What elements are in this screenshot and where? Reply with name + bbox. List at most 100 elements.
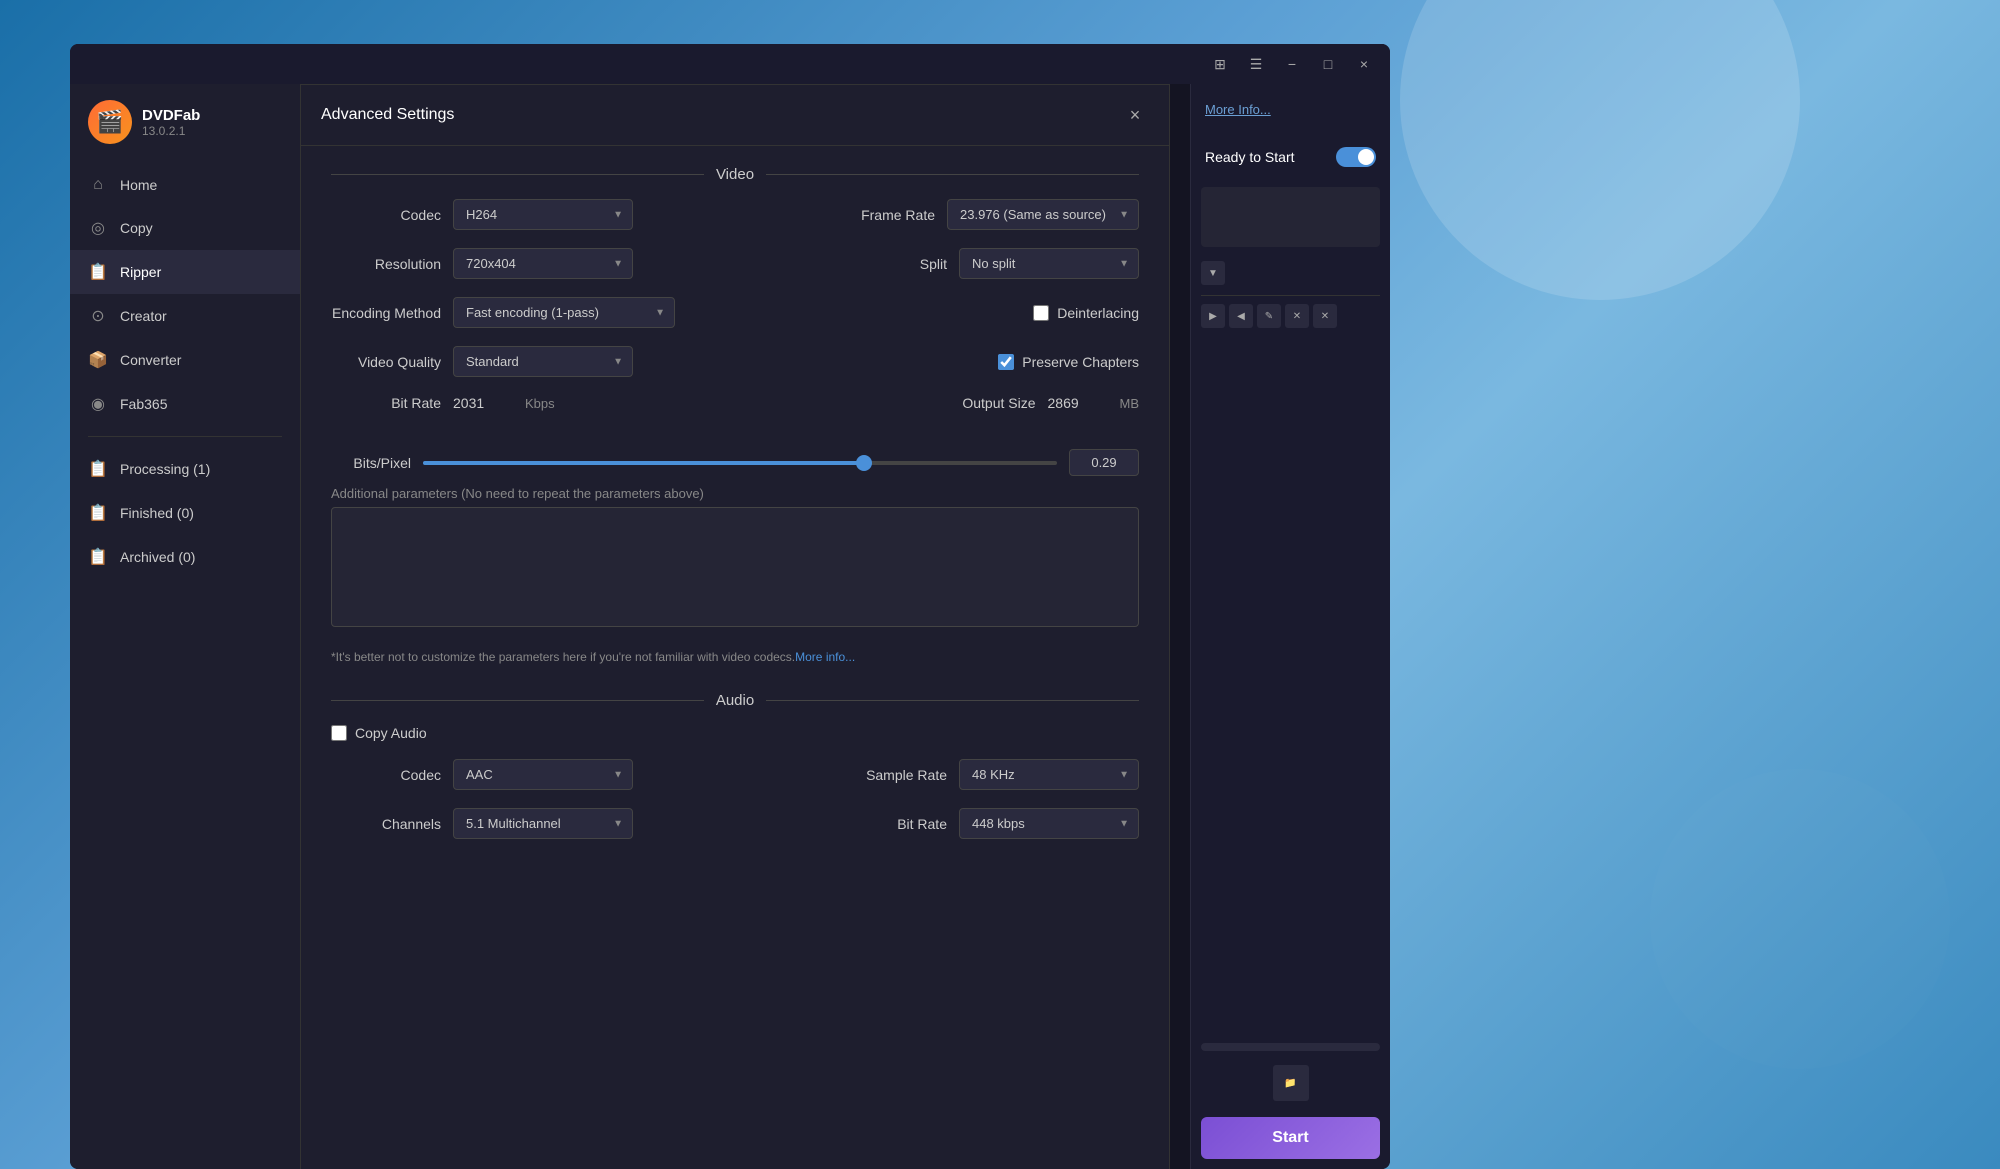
output-size-group: Output Size 2869 MB bbox=[745, 395, 1139, 411]
close-button[interactable]: × bbox=[1350, 50, 1378, 78]
edit-btn[interactable]: ✎ bbox=[1257, 304, 1281, 328]
split-label: Split bbox=[857, 256, 947, 272]
sidebar-label-processing: Processing (1) bbox=[120, 461, 210, 477]
logo-text-group: DVDFab 13.0.2.1 bbox=[142, 107, 200, 138]
menu-button[interactable]: ☰ bbox=[1242, 50, 1270, 78]
resolution-label: Resolution bbox=[331, 256, 441, 272]
encoding-select-wrapper: Fast encoding (1-pass) High quality enco… bbox=[453, 297, 675, 328]
audio-section-header: Audio bbox=[301, 672, 1169, 725]
output-size-value: 2869 bbox=[1048, 395, 1108, 411]
preserve-checkbox-group: Preserve Chapters bbox=[998, 354, 1139, 370]
converter-icon: 📦 bbox=[88, 350, 108, 370]
split-group: Split No split By size By time bbox=[745, 248, 1139, 279]
bitrate-label: Bit Rate bbox=[331, 395, 441, 411]
sidebar-item-ripper[interactable]: 📋 Ripper bbox=[70, 250, 300, 294]
output-size-label: Output Size bbox=[946, 395, 1036, 411]
bitrate-value: 2031 bbox=[453, 395, 513, 411]
codec-select[interactable]: H264 H265 MPEG4 bbox=[453, 199, 633, 230]
sidebar-item-archived[interactable]: 📋 Archived (0) bbox=[70, 535, 300, 579]
copy-audio-label: Copy Audio bbox=[355, 725, 427, 741]
app-window: ⊞ ☰ − □ × 🎬 DVDFab 13.0.2.1 ⌂ Hom bbox=[70, 44, 1390, 1169]
sidebar-label-home: Home bbox=[120, 177, 157, 193]
home-icon: ⌂ bbox=[88, 176, 108, 194]
title-bar: ⊞ ☰ − □ × bbox=[70, 44, 1390, 84]
deinterlacing-checkbox[interactable] bbox=[1033, 305, 1049, 321]
sidebar-logo: 🎬 DVDFab 13.0.2.1 bbox=[70, 100, 300, 164]
modal-title: Advanced Settings bbox=[321, 106, 454, 124]
deinterlacing-group: Deinterlacing bbox=[745, 305, 1139, 321]
sidebar-item-copy[interactable]: ◎ Copy bbox=[70, 206, 300, 250]
minimize-button[interactable]: − bbox=[1278, 50, 1306, 78]
framerate-select-wrapper: 23.976 (Same as source) 24 25 29.97 30 bbox=[947, 199, 1139, 230]
sidebar-item-processing[interactable]: 📋 Processing (1) bbox=[70, 447, 300, 491]
ripper-icon: 📋 bbox=[88, 262, 108, 282]
audio-codec-select[interactable]: AAC MP3 AC3 DTS bbox=[453, 759, 633, 790]
prev-btn[interactable]: ◀ bbox=[1229, 304, 1253, 328]
params-textarea[interactable] bbox=[331, 507, 1139, 627]
encoding-select[interactable]: Fast encoding (1-pass) High quality enco… bbox=[453, 297, 675, 328]
sidebar-item-converter[interactable]: 📦 Converter bbox=[70, 338, 300, 382]
sidebar-item-finished[interactable]: 📋 Finished (0) bbox=[70, 491, 300, 535]
folder-button[interactable]: 📁 bbox=[1273, 1065, 1309, 1101]
split-select[interactable]: No split By size By time bbox=[959, 248, 1139, 279]
resolution-select[interactable]: 720x404 1280x720 1920x1080 bbox=[453, 248, 633, 279]
mark-btn[interactable]: ✕ bbox=[1285, 304, 1309, 328]
audio-bitrate-select[interactable]: 448 kbps 320 kbps 256 kbps 192 kbps 128 … bbox=[959, 808, 1139, 839]
resolution-split-row: Resolution 720x404 1280x720 1920x1080 bbox=[331, 248, 1139, 279]
ready-label: Ready to Start bbox=[1205, 149, 1295, 165]
modal-close-button[interactable]: × bbox=[1121, 101, 1149, 129]
sidebar-nav: ⌂ Home ◎ Copy 📋 Ripper ⊙ Creator 📦 C bbox=[70, 164, 300, 1153]
apps-button[interactable]: ⊞ bbox=[1206, 50, 1234, 78]
bits-pixel-label: Bits/Pixel bbox=[331, 455, 411, 471]
sidebar-item-creator[interactable]: ⊙ Creator bbox=[70, 294, 300, 338]
ready-to-start: Ready to Start bbox=[1201, 135, 1380, 179]
quality-preserve-row: Video Quality Standard High Low Custom bbox=[331, 346, 1139, 377]
sample-rate-group: Sample Rate 48 KHz 44.1 KHz 32 KHz bbox=[745, 759, 1139, 790]
bits-pixel-slider[interactable] bbox=[423, 461, 1057, 465]
sidebar-label-finished: Finished (0) bbox=[120, 505, 194, 521]
sidebar-label-fab365: Fab365 bbox=[120, 396, 167, 412]
processing-icon: 📋 bbox=[88, 459, 108, 479]
split-select-wrapper: No split By size By time bbox=[959, 248, 1139, 279]
play-btn[interactable]: ▶ bbox=[1201, 304, 1225, 328]
slider-container bbox=[423, 461, 1057, 465]
copy-audio-row: Copy Audio bbox=[331, 725, 1139, 741]
folder-btn-row: 📁 bbox=[1201, 1059, 1380, 1107]
title-bar-controls: ⊞ ☰ − □ × bbox=[1206, 50, 1378, 78]
sidebar-item-fab365[interactable]: ◉ Fab365 bbox=[70, 382, 300, 426]
framerate-label: Frame Rate bbox=[845, 207, 935, 223]
app-name: DVDFab bbox=[142, 107, 200, 124]
finished-icon: 📋 bbox=[88, 503, 108, 523]
start-button[interactable]: Start bbox=[1201, 1117, 1380, 1159]
params-label: Additional parameters (No need to repeat… bbox=[331, 486, 1139, 501]
dropdown-btn[interactable]: ▼ bbox=[1201, 261, 1225, 285]
scrollbar[interactable] bbox=[1201, 1043, 1380, 1051]
ready-toggle[interactable] bbox=[1336, 147, 1376, 167]
audio-line-left bbox=[331, 700, 704, 701]
more-info-link[interactable]: More info... bbox=[795, 650, 855, 664]
deinterlacing-checkbox-group: Deinterlacing bbox=[1033, 305, 1139, 321]
codec-label: Codec bbox=[331, 207, 441, 223]
channels-select[interactable]: 5.1 Multichannel Stereo Mono bbox=[453, 808, 633, 839]
preserve-chapters-checkbox[interactable] bbox=[998, 354, 1014, 370]
logo-icon: 🎬 bbox=[88, 100, 132, 144]
quality-select-wrapper: Standard High Low Custom bbox=[453, 346, 633, 377]
sample-rate-select[interactable]: 48 KHz 44.1 KHz 32 KHz bbox=[959, 759, 1139, 790]
modal-body: Video Codec H264 H26 bbox=[301, 146, 1169, 1169]
maximize-button[interactable]: □ bbox=[1314, 50, 1342, 78]
preserve-chapters-label: Preserve Chapters bbox=[1022, 354, 1139, 370]
close-media-btn[interactable]: ✕ bbox=[1313, 304, 1337, 328]
quality-select[interactable]: Standard High Low Custom bbox=[453, 346, 633, 377]
audio-codec-select-wrapper: AAC MP3 AC3 DTS bbox=[453, 759, 633, 790]
audio-codec-label: Codec bbox=[331, 767, 441, 783]
main-content: Advanced Settings × Video bbox=[300, 84, 1190, 1169]
sidebar-item-home[interactable]: ⌂ Home bbox=[70, 164, 300, 206]
sidebar-label-creator: Creator bbox=[120, 308, 167, 324]
audio-codec-group: Codec AAC MP3 AC3 DTS bbox=[331, 759, 725, 790]
channels-label: Channels bbox=[331, 816, 441, 832]
encoding-group: Encoding Method Fast encoding (1-pass) H… bbox=[331, 297, 725, 328]
more-info-link[interactable]: More Info... bbox=[1201, 94, 1380, 125]
note-text: *It's better not to customize the parame… bbox=[331, 650, 795, 664]
framerate-select[interactable]: 23.976 (Same as source) 24 25 29.97 30 bbox=[947, 199, 1139, 230]
copy-audio-checkbox[interactable] bbox=[331, 725, 347, 741]
